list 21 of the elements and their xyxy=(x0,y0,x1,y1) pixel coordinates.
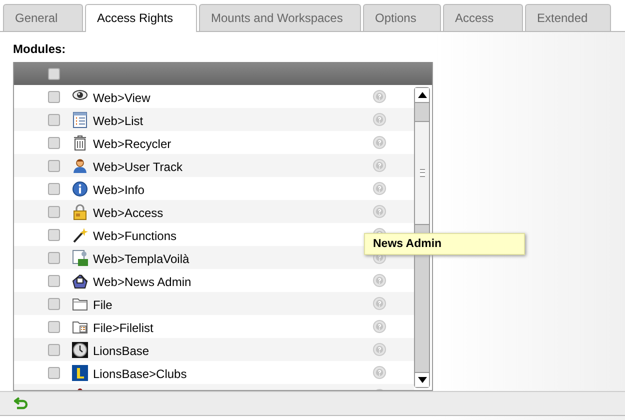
tab[interactable]: Mounts and Workspaces xyxy=(199,4,361,31)
module-name: File xyxy=(93,297,114,312)
module-name: Web>List xyxy=(93,113,144,128)
tab[interactable]: Access Rights xyxy=(85,4,197,32)
section-label: Modules: xyxy=(13,42,67,56)
module-name: Web>Access xyxy=(93,205,164,220)
module-name: Web>Functions xyxy=(93,228,178,243)
tooltip: News Admin xyxy=(364,233,525,255)
tab[interactable]: Options xyxy=(363,4,441,31)
module-name: Web>View xyxy=(93,90,152,105)
module-name: File>Filelist xyxy=(93,320,154,335)
module-name: LionsBase xyxy=(93,343,150,358)
module-name: Web>TemplaVoilà xyxy=(93,251,190,266)
tab[interactable]: Access xyxy=(443,4,523,31)
tab[interactable]: Extended xyxy=(525,4,611,31)
module-name: LionsBase>Clubs xyxy=(93,366,188,381)
module-name: Web>Recycler xyxy=(93,136,172,151)
module-name: Web>News Admin xyxy=(93,274,192,289)
tab[interactable]: General xyxy=(3,4,83,31)
module-name: Web>Info xyxy=(93,182,146,197)
module-name: Web>User Track xyxy=(93,159,184,174)
